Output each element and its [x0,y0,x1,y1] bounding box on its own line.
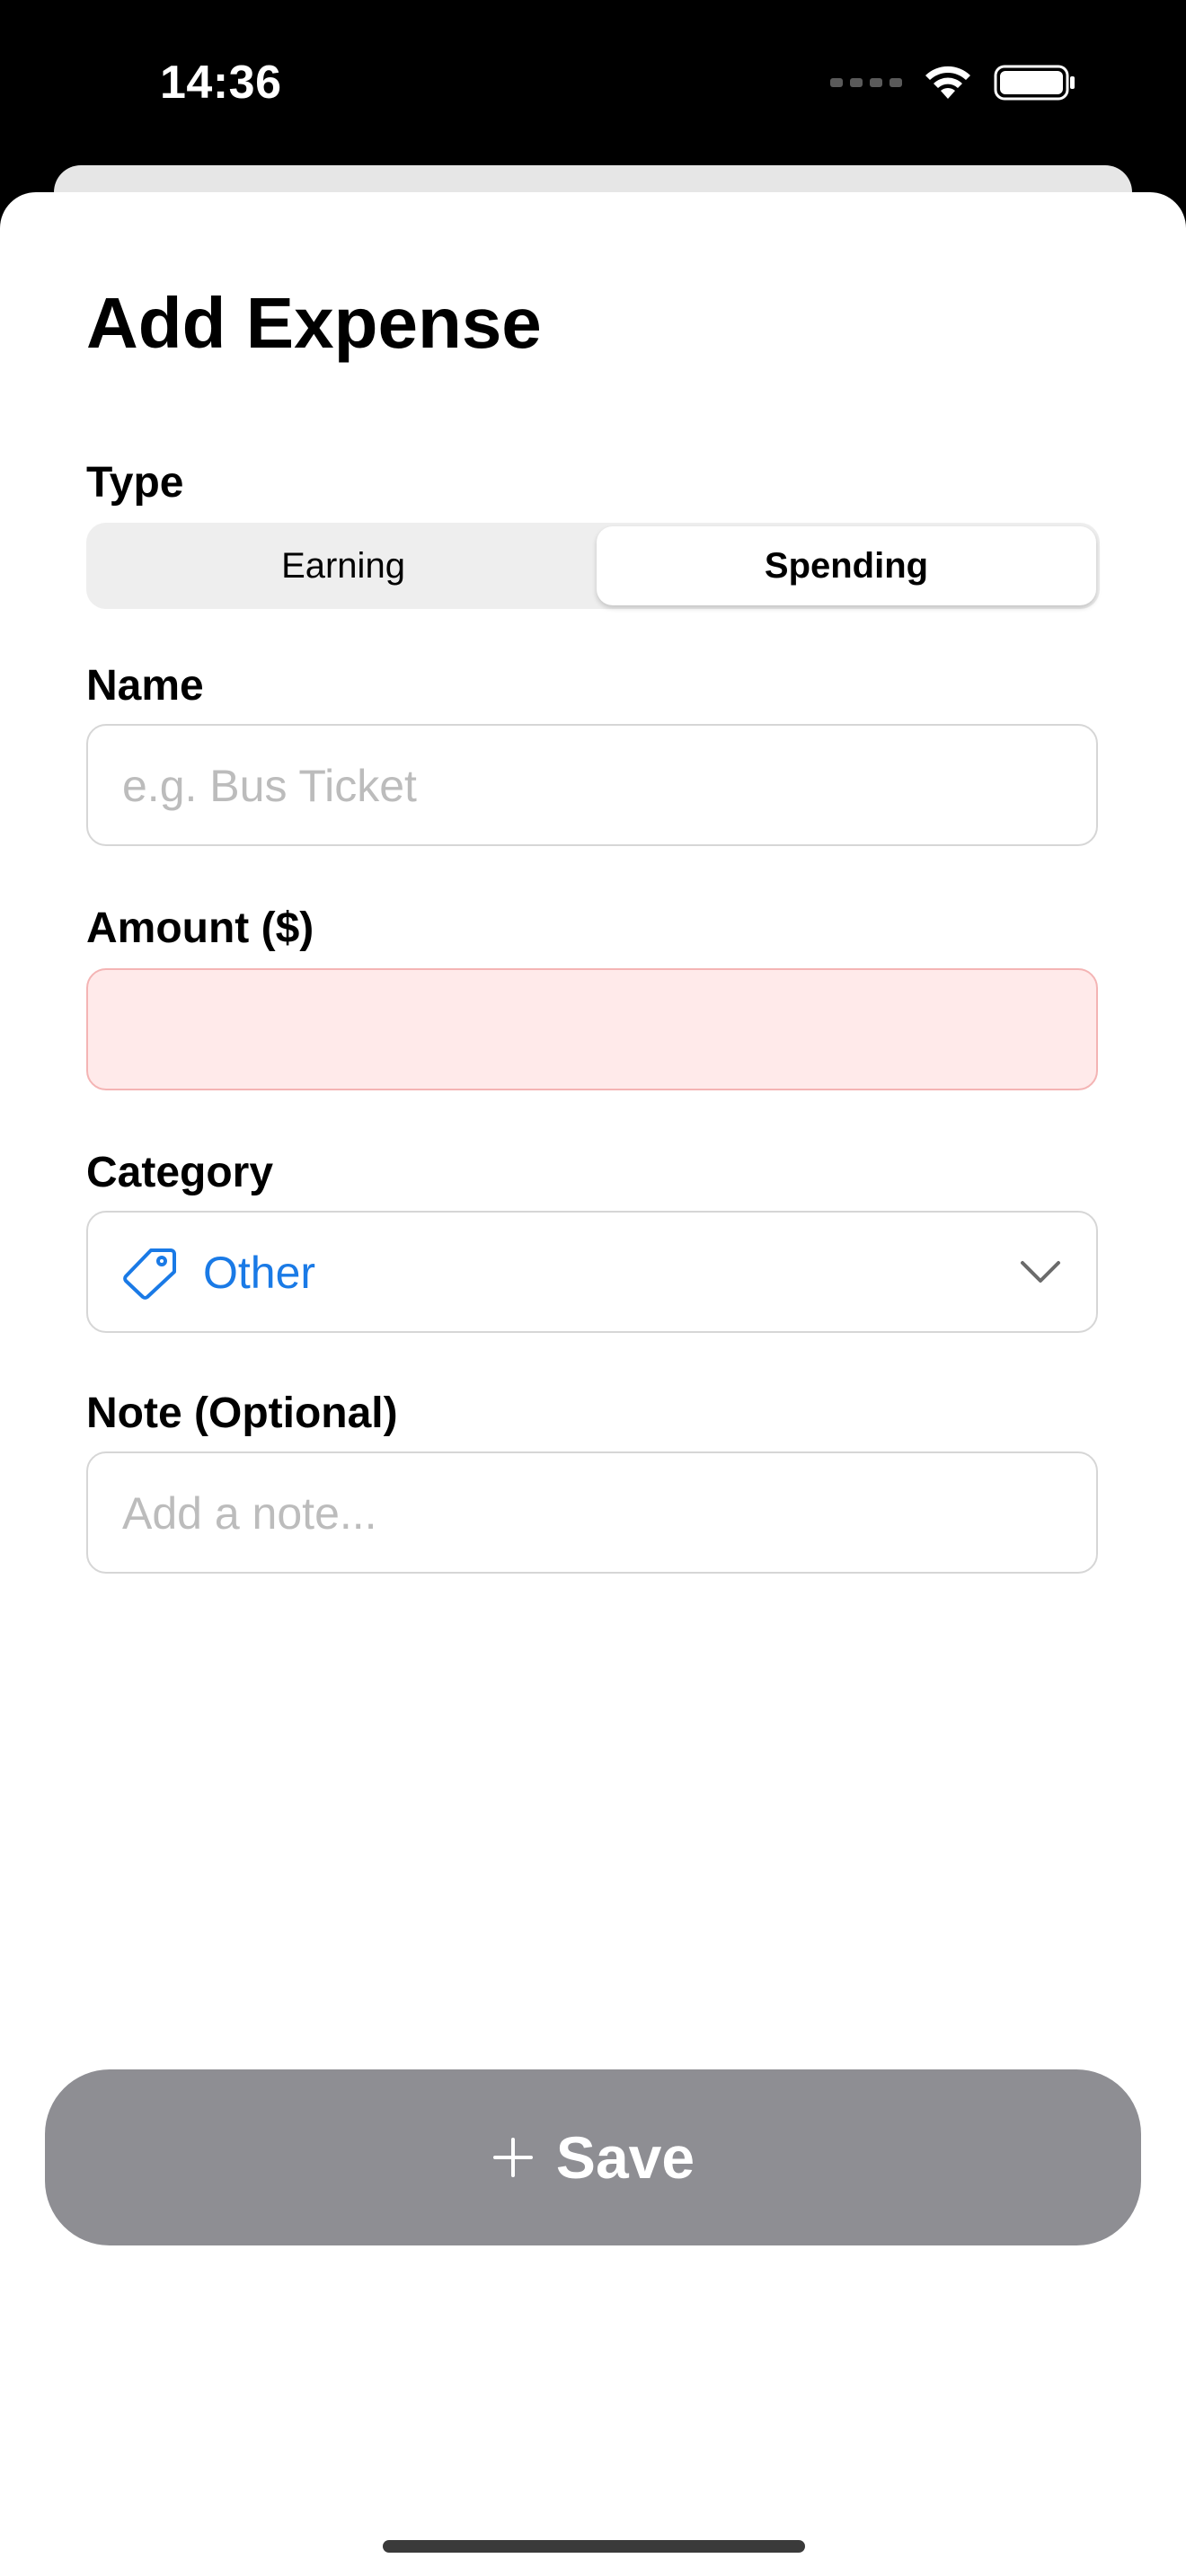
category-picker[interactable]: Other [86,1211,1098,1333]
app-screen: 14:36 Add Expense Type Earning Spending … [0,0,1186,2576]
amount-field [86,968,1098,1090]
wifi-icon [925,66,970,99]
segment-earning[interactable]: Earning [93,526,593,605]
page-title: Add Expense [86,283,542,363]
battery-icon [994,65,1075,101]
note-input[interactable] [120,1453,1058,1574]
note-field [86,1451,1098,1574]
status-icons [830,63,1076,102]
save-button[interactable]: Save [45,2069,1141,2245]
note-label: Note (Optional) [86,1389,398,1437]
plus-icon [492,2138,533,2177]
type-label: Type [86,459,184,507]
home-indicator [383,2540,805,2553]
name-field [86,724,1098,846]
tag-icon [123,1248,176,1300]
cellular-signal-icon [830,78,902,87]
chevron-down-icon [1021,1261,1060,1283]
name-label: Name [86,662,204,710]
name-input[interactable] [120,726,1058,846]
segment-spending[interactable]: Spending [597,526,1096,605]
category-value: Other [203,1248,316,1298]
type-segmented-control: Earning Spending [86,523,1100,609]
amount-label: Amount ($) [86,904,314,952]
save-label: Save [555,2124,695,2191]
amount-input[interactable] [120,970,1058,1090]
category-label: Category [86,1149,274,1196]
status-time: 14:36 [160,57,282,109]
